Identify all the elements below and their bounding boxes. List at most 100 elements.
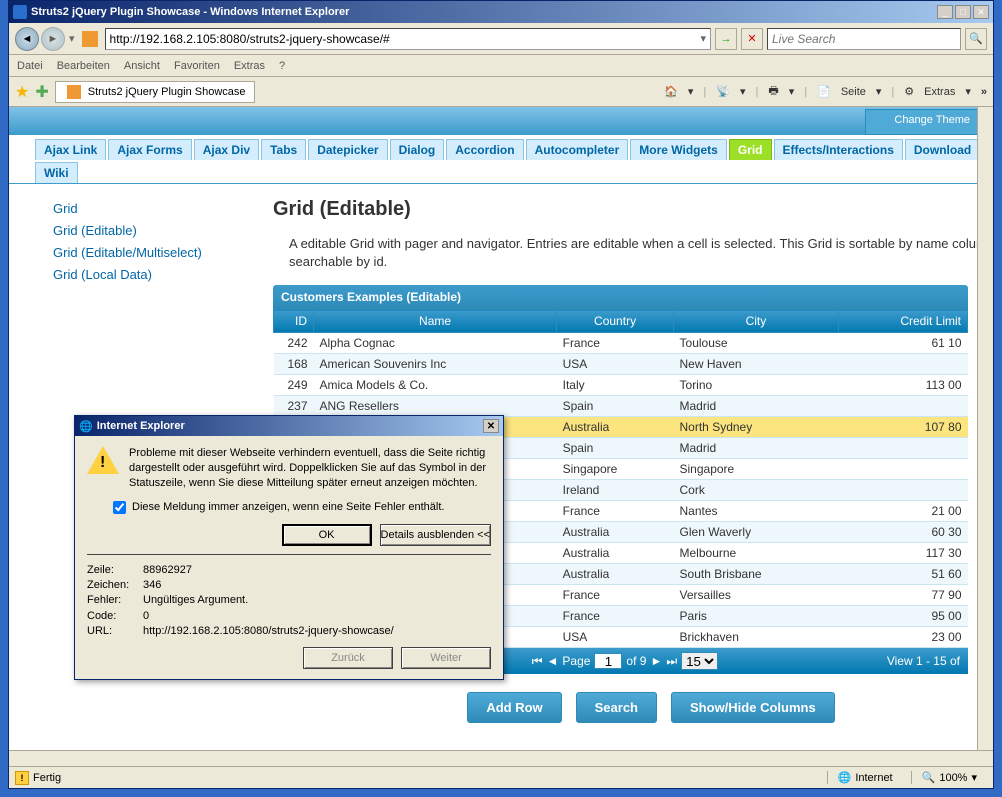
error-dialog: 🌐 Internet Explorer ✕ Probleme mit diese… (74, 415, 504, 680)
table-row[interactable]: 168American Souvenirs IncUSANew Haven (274, 354, 968, 375)
tab-ajax-div[interactable]: Ajax Div (194, 139, 259, 160)
details-button[interactable]: Details ausblenden << (380, 524, 491, 546)
tab-autocompleter[interactable]: Autocompleter (526, 139, 629, 160)
feeds-icon[interactable]: 📡 (716, 85, 730, 98)
go-button[interactable]: → (715, 28, 737, 50)
menu-favoriten[interactable]: Favoriten (174, 60, 220, 72)
search-input[interactable] (772, 32, 956, 46)
add-row-button[interactable]: Add Row (467, 692, 561, 723)
tab-download[interactable]: Download (905, 139, 980, 160)
tab-dialog[interactable]: Dialog (390, 139, 445, 160)
tab-icon (67, 85, 81, 99)
menu-help[interactable]: ? (279, 60, 285, 72)
sidebar-item[interactable]: Grid (Editable) (53, 220, 243, 242)
column-header[interactable]: Credit Limit (838, 310, 967, 333)
window-title: Struts2 jQuery Plugin Showcase - Windows… (31, 6, 937, 18)
menubar: Datei Bearbeiten Ansicht Favoriten Extra… (9, 55, 993, 77)
change-theme-button[interactable]: Change Theme (865, 109, 993, 135)
zoom-icon[interactable]: 🔍 (922, 771, 936, 784)
column-header[interactable]: City (674, 310, 839, 333)
page-menu-icon[interactable]: 📄 (817, 85, 831, 98)
menu-extras[interactable]: Extras (234, 60, 265, 72)
forward-button[interactable]: Weiter (401, 647, 491, 669)
tab-tabs[interactable]: Tabs (261, 139, 306, 160)
navbar: ◄ ► ▾ ▾ → ✕ 🔍 (9, 23, 993, 55)
pager-next-icon[interactable]: ► (650, 654, 662, 668)
tab-label: Struts2 jQuery Plugin Showcase (88, 86, 246, 98)
address-bar[interactable]: ▾ (105, 28, 711, 50)
back-button[interactable]: Zurück (303, 647, 393, 669)
search-button[interactable]: Search (576, 692, 657, 723)
statusbar: ! Fertig 🌐 Internet 🔍 100% ▾ (9, 766, 993, 788)
home-icon[interactable]: 🏠 (664, 85, 678, 98)
tab-more-widgets[interactable]: More Widgets (630, 139, 727, 160)
url-input[interactable] (110, 32, 701, 46)
header-strip: Change Theme (9, 107, 993, 135)
sidebar-item[interactable]: Grid (Local Data) (53, 264, 243, 286)
table-row[interactable]: 242Alpha CognacFranceToulouse61 10 (274, 333, 968, 354)
page-title: Grid (Editable) (273, 198, 993, 221)
error-details: Zeile:88962927 Zeichen:346 Fehler:Ungült… (87, 563, 491, 640)
page-icon (82, 31, 98, 47)
warning-triangle-icon (87, 446, 119, 478)
dialog-message: Probleme mit dieser Webseite verhindern … (129, 446, 491, 491)
pager-rows-select[interactable]: 15 (681, 652, 718, 670)
grid-caption: Customers Examples (Editable) (273, 285, 968, 309)
tab-accordion[interactable]: Accordion (446, 139, 523, 160)
dialog-titlebar: 🌐 Internet Explorer ✕ (75, 416, 503, 436)
column-header[interactable]: Country (557, 310, 674, 333)
pager-last-icon[interactable]: ⏭ (666, 654, 677, 669)
minimize-button[interactable]: _ (937, 5, 953, 19)
forward-button[interactable]: ► (41, 27, 65, 51)
dialog-title: Internet Explorer (97, 420, 185, 432)
pager-prev-icon[interactable]: ◄ (547, 654, 559, 668)
stop-button[interactable]: ✕ (741, 28, 763, 50)
menu-datei[interactable]: Datei (17, 60, 43, 72)
add-favorite-icon[interactable]: ✚ (35, 82, 48, 102)
table-row[interactable]: 237ANG ResellersSpainMadrid (274, 396, 968, 417)
tab-ajax-forms[interactable]: Ajax Forms (108, 139, 191, 160)
horizontal-scrollbar[interactable] (9, 750, 993, 766)
status-text: Fertig (33, 772, 61, 784)
internet-zone-icon: 🌐 (838, 771, 852, 784)
pager-page-input[interactable] (594, 653, 622, 669)
tab-wiki[interactable]: Wiki (35, 162, 78, 183)
ok-button[interactable]: OK (282, 524, 372, 546)
pager-of-label: of 9 (626, 654, 646, 668)
warning-icon[interactable]: ! (15, 771, 29, 785)
titlebar: Struts2 jQuery Plugin Showcase - Windows… (9, 1, 993, 23)
tab-datepicker[interactable]: Datepicker (308, 139, 387, 160)
favorites-bar: ★ ✚ Struts2 jQuery Plugin Showcase 🏠▾| 📡… (9, 77, 993, 107)
tools-icon[interactable]: ⚙ (904, 85, 914, 98)
sidebar-item[interactable]: Grid (Editable/Multiselect) (53, 242, 243, 264)
dialog-close-button[interactable]: ✕ (483, 419, 499, 433)
column-header[interactable]: ID (274, 310, 314, 333)
column-header[interactable]: Name (314, 310, 557, 333)
tab-ajax-link[interactable]: Ajax Link (35, 139, 106, 160)
tab-strip: Ajax LinkAjax FormsAjax DivTabsDatepicke… (9, 135, 993, 184)
search-box[interactable] (767, 28, 961, 50)
show-hide-columns-button[interactable]: Show/Hide Columns (671, 692, 835, 723)
pager-view-label: View 1 - 15 of (887, 654, 960, 668)
search-button[interactable]: 🔍 (965, 28, 987, 50)
back-button[interactable]: ◄ (15, 27, 39, 51)
favorites-icon[interactable]: ★ (15, 82, 29, 102)
menu-ansicht[interactable]: Ansicht (124, 60, 160, 72)
close-button[interactable]: ✕ (973, 5, 989, 19)
print-icon[interactable]: 🖶 (768, 82, 778, 101)
page-menu-label[interactable]: Seite (841, 86, 866, 98)
browser-tab[interactable]: Struts2 jQuery Plugin Showcase (55, 81, 255, 103)
maximize-button[interactable]: □ (955, 5, 971, 19)
table-row[interactable]: 249Amica Models & Co.ItalyTorino113 00 (274, 375, 968, 396)
chevron-right-icon[interactable]: » (981, 86, 987, 98)
tab-effects-interactions[interactable]: Effects/Interactions (774, 139, 903, 160)
always-show-checkbox[interactable] (113, 501, 126, 514)
extras-menu-label[interactable]: Extras (924, 86, 955, 98)
pager-first-icon[interactable]: ⏮ (532, 654, 543, 669)
menu-bearbeiten[interactable]: Bearbeiten (57, 60, 110, 72)
ie-icon: 🌐 (79, 420, 93, 433)
tab-grid[interactable]: Grid (729, 139, 772, 160)
sidebar-item[interactable]: Grid (53, 198, 243, 220)
checkbox-label: Diese Meldung immer anzeigen, wenn eine … (132, 501, 444, 513)
vertical-scrollbar[interactable] (977, 107, 993, 750)
